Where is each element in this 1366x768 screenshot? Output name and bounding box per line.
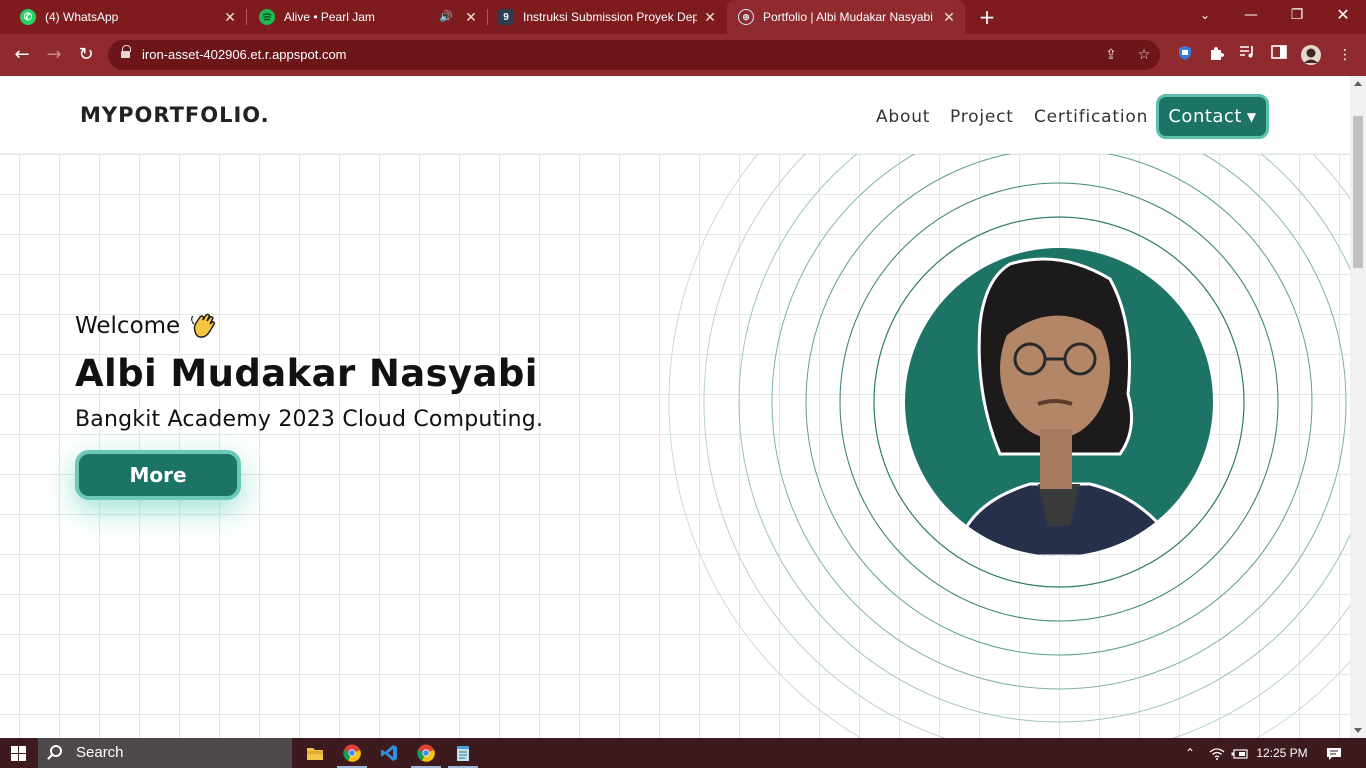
search-icon bbox=[50, 745, 62, 757]
start-button[interactable] bbox=[0, 738, 37, 768]
contact-dropdown-button[interactable]: Contact ▼ bbox=[1156, 94, 1269, 139]
notepad-icon[interactable] bbox=[445, 738, 481, 768]
profile-photo bbox=[905, 248, 1213, 556]
chrome-icon[interactable] bbox=[334, 738, 370, 768]
chrome-icon[interactable] bbox=[408, 738, 444, 768]
tab-dicoding[interactable]: 9 Instruksi Submission Proyek Dep ✕ bbox=[488, 0, 726, 34]
wifi-icon[interactable] bbox=[1206, 738, 1228, 768]
tab-spotify[interactable]: Alive • Pearl Jam 🔊 ✕ bbox=[247, 0, 487, 34]
reload-button[interactable]: ↻ bbox=[73, 42, 99, 68]
welcome-text: Welcome bbox=[75, 313, 181, 339]
tab-strip: ✆ (4) WhatsApp ✕ Alive • Pearl Jam 🔊 ✕ 9… bbox=[0, 0, 1366, 34]
audio-playing-icon[interactable]: 🔊 bbox=[439, 10, 453, 23]
windows-logo-icon bbox=[11, 754, 18, 761]
close-window-button[interactable]: ✕ bbox=[1320, 0, 1366, 30]
side-panel-icon[interactable] bbox=[1269, 45, 1289, 65]
windows-logo-icon bbox=[19, 754, 26, 761]
show-hidden-icons-chevron[interactable]: ⌃ bbox=[1180, 738, 1200, 768]
close-tab-icon[interactable]: ✕ bbox=[702, 9, 718, 25]
hero-decoration bbox=[668, 154, 1350, 738]
whatsapp-icon: ✆ bbox=[20, 9, 36, 25]
scroll-up-arrow-icon[interactable] bbox=[1354, 81, 1362, 86]
notifications-icon[interactable] bbox=[1320, 738, 1348, 768]
vscode-icon[interactable] bbox=[371, 738, 407, 768]
waving-hand-icon bbox=[191, 313, 216, 338]
hero-name: Albi Mudakar Nasyabi bbox=[75, 352, 538, 395]
more-button[interactable]: More bbox=[75, 450, 241, 500]
close-tab-icon[interactable]: ✕ bbox=[463, 9, 479, 25]
forward-button[interactable]: → bbox=[41, 42, 67, 68]
contact-label: Contact bbox=[1168, 106, 1242, 127]
hero-subtitle: Bangkit Academy 2023 Cloud Computing. bbox=[75, 407, 544, 432]
close-tab-icon[interactable]: ✕ bbox=[941, 9, 957, 25]
bookmark-star-icon[interactable]: ☆ bbox=[1135, 46, 1153, 64]
new-tab-button[interactable]: + bbox=[976, 6, 998, 28]
close-tab-icon[interactable]: ✕ bbox=[222, 9, 238, 25]
portfolio-page: MYPORTFOLIO. About Project Certification… bbox=[0, 76, 1350, 738]
windows-logo-icon bbox=[19, 746, 26, 753]
share-icon[interactable]: ⇪ bbox=[1102, 46, 1120, 64]
site-logo[interactable]: MYPORTFOLIO. bbox=[80, 103, 270, 127]
battery-icon[interactable] bbox=[1229, 738, 1251, 768]
page-scrollbar[interactable] bbox=[1350, 76, 1366, 738]
minimize-button[interactable]: — bbox=[1228, 0, 1274, 30]
site-header: MYPORTFOLIO. About Project Certification… bbox=[0, 76, 1350, 154]
restore-button[interactable]: ❐ bbox=[1274, 0, 1320, 30]
caret-down-icon: ▼ bbox=[1246, 109, 1257, 124]
scroll-down-arrow-icon[interactable] bbox=[1354, 728, 1362, 733]
tab-whatsapp[interactable]: ✆ (4) WhatsApp ✕ bbox=[8, 0, 246, 34]
windows-logo-icon bbox=[11, 746, 18, 753]
spotify-icon bbox=[259, 9, 275, 25]
extensions-puzzle-icon[interactable] bbox=[1206, 45, 1226, 65]
media-control-icon[interactable] bbox=[1237, 45, 1257, 65]
address-bar[interactable]: iron-asset-402906.et.r.appspot.com ⇪ ☆ bbox=[108, 40, 1160, 70]
clock[interactable]: 12:25 PM bbox=[1254, 738, 1310, 768]
scroll-thumb[interactable] bbox=[1353, 116, 1363, 268]
lock-icon[interactable] bbox=[121, 45, 131, 60]
nav-project-link[interactable]: Project bbox=[950, 107, 1014, 127]
file-explorer-icon[interactable] bbox=[297, 738, 333, 768]
extension-shield-icon[interactable] bbox=[1175, 45, 1195, 65]
welcome-greeting: Welcome bbox=[75, 312, 218, 340]
tab-portfolio[interactable]: ⊕ Portfolio | Albi Mudakar Nasyabi ✕ bbox=[727, 0, 965, 34]
windows-taskbar: Search ⌃ 12:25 PM bbox=[0, 738, 1366, 768]
browser-menu-icon[interactable]: ⋮ bbox=[1335, 45, 1355, 65]
nav-about-link[interactable]: About bbox=[876, 107, 930, 127]
nav-certification-link[interactable]: Certification bbox=[1034, 107, 1148, 127]
globe-icon: ⊕ bbox=[738, 9, 754, 25]
browser-toolbar: ← → ↻ iron-asset-402906.et.r.appspot.com… bbox=[0, 34, 1366, 76]
tab-search-icon[interactable]: ⌄ bbox=[1182, 0, 1228, 30]
profile-avatar[interactable] bbox=[1301, 45, 1321, 65]
back-button[interactable]: ← bbox=[9, 42, 35, 68]
dicoding-icon: 9 bbox=[498, 9, 514, 25]
taskbar-search[interactable]: Search bbox=[38, 738, 292, 768]
